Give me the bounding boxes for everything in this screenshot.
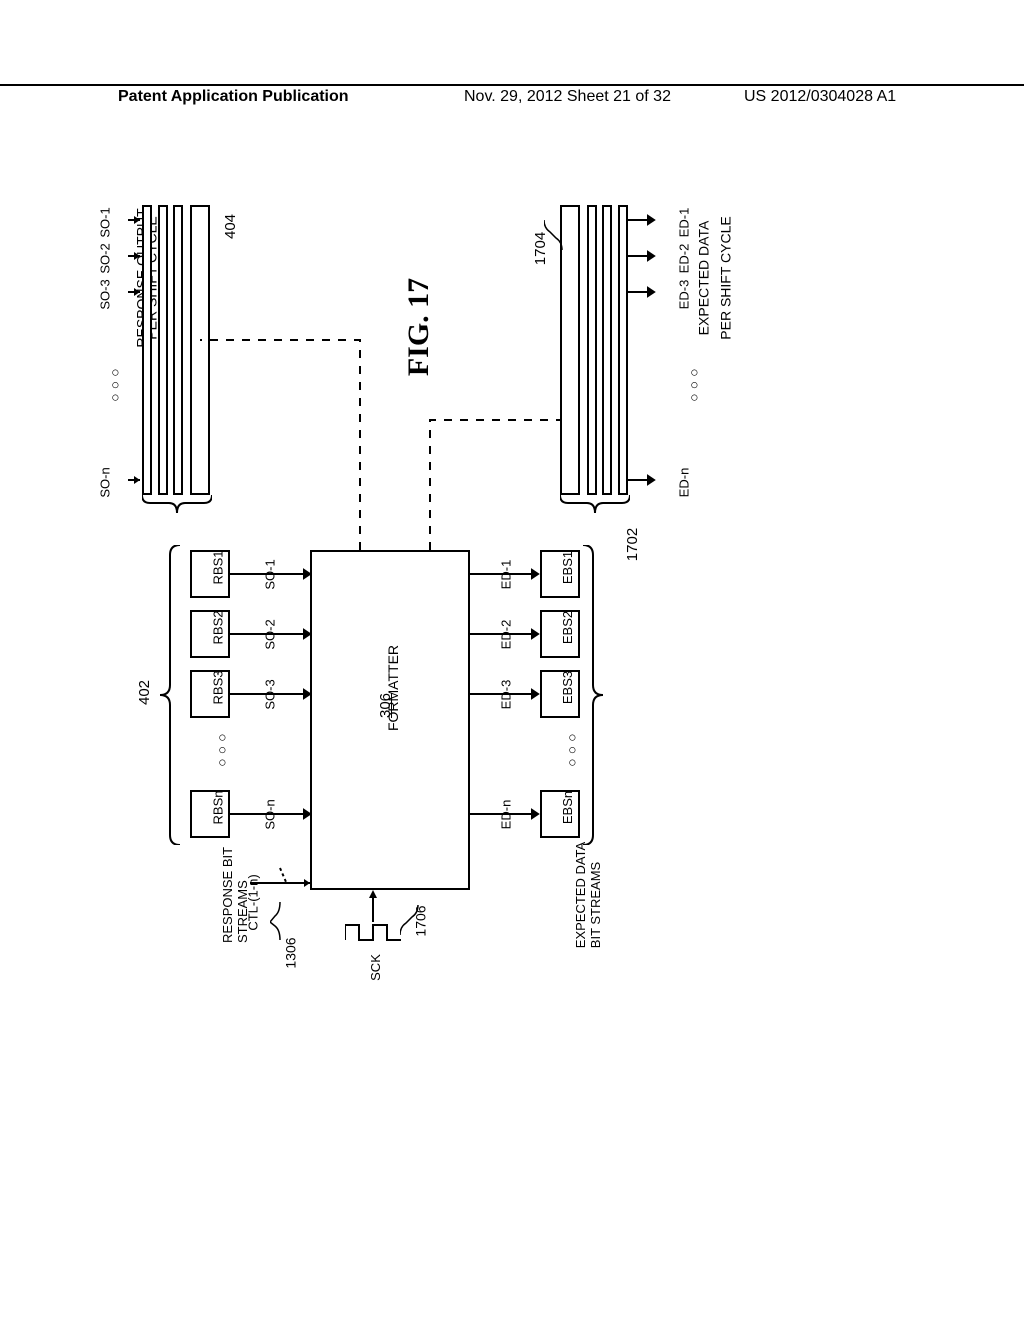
ed-out-1: ED-1: [676, 208, 691, 238]
right-col-3: [587, 205, 597, 495]
ed-out-2: ED-2: [676, 244, 691, 274]
left-col-3: [173, 205, 183, 495]
ctl-ref: 1306: [283, 937, 299, 968]
so-in-3: SO-3: [98, 279, 113, 309]
right-group-label: EXPECTED DATA BIT STREAMS: [573, 842, 603, 948]
so-out-1: SO-1: [263, 559, 278, 589]
rbs3-label: RBS3: [210, 671, 225, 705]
left-col-1: [142, 205, 152, 495]
diagram: FIG. 17 RESPONSE OUTPUT PER SHIFT CYCLE …: [100, 190, 830, 990]
rbs2-label: RBS2: [210, 611, 225, 645]
left-group-ref: 402: [136, 680, 153, 705]
ed-in-2: ED-2: [498, 620, 513, 650]
ed-out-n: ED-n: [676, 468, 691, 498]
ed-in-1: ED-1: [498, 560, 513, 590]
so-in-2: SO-2: [98, 243, 113, 273]
header-mid: Nov. 29, 2012 Sheet 21 of 32: [464, 88, 744, 106]
so-in-dots: ○○○: [107, 364, 123, 401]
so-out-n: SO-n: [263, 799, 278, 829]
ed-out-dots: ○○○: [686, 364, 702, 401]
ebs3-label: EBS3: [560, 671, 575, 704]
ed-out-3: ED-3: [676, 280, 691, 310]
formatter-ref: 306: [377, 693, 394, 718]
ebs1-label: EBS1: [560, 551, 575, 584]
formatter-label: FORMATTER: [385, 645, 401, 731]
so-in-n: SO-n: [98, 467, 113, 497]
page-header: Patent Application Publication Nov. 29, …: [0, 84, 1024, 106]
right-header-1: EXPECTED DATA: [695, 221, 711, 336]
header-left: Patent Application Publication: [118, 88, 464, 106]
ebs2-label: EBS2: [560, 611, 575, 644]
ed-in-n: ED-n: [498, 800, 513, 830]
ebsn-label: EBSn: [560, 791, 575, 824]
right-col-2: [602, 205, 612, 495]
header-right: US 2012/0304028 A1: [744, 88, 914, 106]
so-out-3: SO-3: [263, 679, 278, 709]
right-header-2: PER SHIFT CYCLE: [718, 216, 734, 339]
ebs-dots: ○○○: [564, 729, 580, 766]
right-col-1: [618, 205, 628, 495]
rbsn-label: RBSn: [210, 791, 225, 825]
left-col-2: [158, 205, 168, 495]
rbs-dots: ○○○: [214, 729, 230, 766]
so-out-2: SO-2: [263, 619, 278, 649]
rbs1-label: RBS1: [210, 551, 225, 585]
ed-in-3: ED-3: [498, 680, 513, 710]
so-in-1: SO-1: [98, 207, 113, 237]
sck-label: SCK: [368, 954, 383, 981]
